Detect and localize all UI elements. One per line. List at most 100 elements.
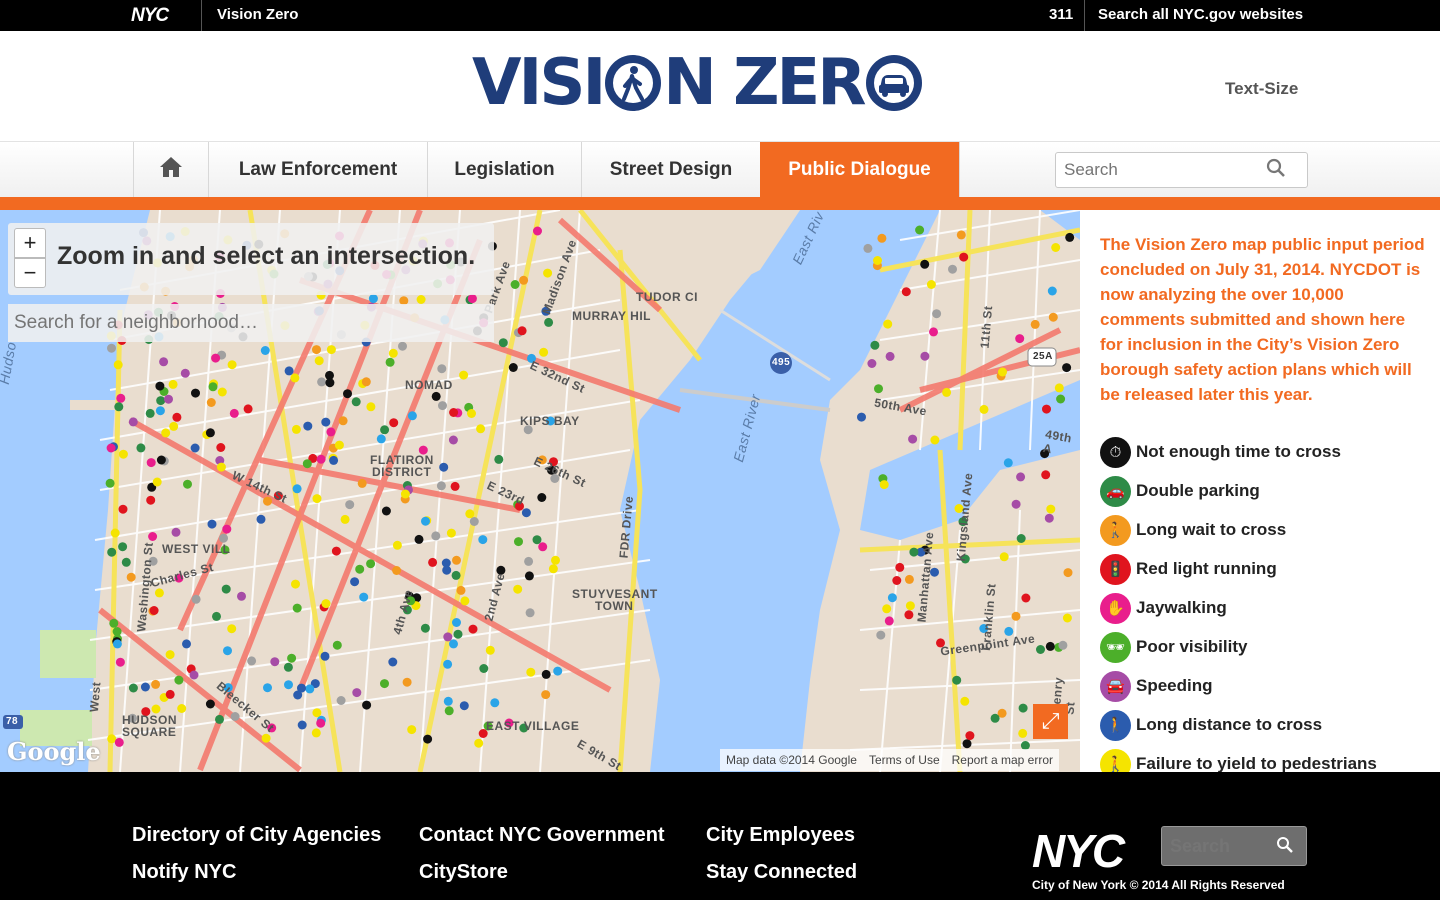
comment-marker[interactable] [316, 454, 326, 464]
vision-zero-logo[interactable]: VISI N ZER [472, 51, 924, 115]
comment-marker[interactable] [546, 416, 555, 426]
comment-marker[interactable] [1062, 363, 1072, 373]
comment-marker[interactable] [177, 704, 187, 713]
comment-marker[interactable] [222, 524, 232, 534]
comment-marker[interactable] [550, 474, 560, 483]
comment-marker[interactable] [525, 608, 535, 618]
comment-marker[interactable] [476, 424, 486, 434]
comment-marker[interactable] [392, 566, 402, 575]
comment-marker[interactable] [437, 364, 447, 374]
report-map-error-link[interactable]: Report a map error [946, 753, 1059, 767]
comment-marker[interactable] [420, 623, 430, 633]
footer-link-contact[interactable]: Contact NYC Government [419, 824, 665, 847]
comment-marker[interactable] [867, 359, 877, 368]
comment-marker[interactable] [551, 555, 560, 565]
comment-marker[interactable] [216, 443, 226, 452]
comment-marker[interactable] [1036, 645, 1045, 654]
comment-marker[interactable] [366, 559, 376, 569]
footer-nyc-logo[interactable]: NYC [1032, 824, 1125, 878]
comment-marker[interactable] [227, 624, 237, 634]
comment-marker[interactable] [380, 425, 390, 435]
comment-marker[interactable] [148, 556, 158, 566]
comment-marker[interactable] [469, 517, 479, 526]
comment-marker[interactable] [414, 534, 424, 544]
comment-marker[interactable] [189, 670, 199, 680]
comment-marker[interactable] [857, 412, 866, 422]
comment-map[interactable]: Madison Ave Park Ave TUDOR CI MURRAY HIL… [0, 210, 1080, 772]
comment-marker[interactable] [958, 517, 968, 527]
comment-marker[interactable] [311, 728, 321, 738]
comment-marker[interactable] [1045, 641, 1055, 651]
comment-marker[interactable] [263, 496, 272, 506]
comment-marker[interactable] [407, 725, 417, 735]
comment-marker[interactable] [904, 610, 914, 620]
footer-link-citystore[interactable]: CityStore [419, 861, 508, 884]
comment-marker[interactable] [206, 398, 216, 407]
comment-marker[interactable] [165, 689, 175, 699]
comment-marker[interactable] [113, 360, 123, 370]
comment-marker[interactable] [553, 666, 563, 676]
comment-marker[interactable] [357, 478, 367, 488]
nyc-logo[interactable]: NYC [131, 5, 169, 27]
comment-marker[interactable] [874, 384, 883, 394]
comment-marker[interactable] [343, 389, 352, 399]
comment-marker[interactable] [468, 624, 478, 634]
comment-marker[interactable] [290, 373, 300, 383]
comment-marker[interactable] [517, 326, 527, 336]
comment-marker[interactable] [494, 454, 504, 464]
comment-marker[interactable] [465, 509, 475, 519]
comment-marker[interactable] [148, 532, 158, 541]
comment-marker[interactable] [478, 729, 488, 738]
comment-marker[interactable] [229, 408, 239, 418]
comment-marker[interactable] [965, 731, 975, 741]
comment-marker[interactable] [164, 394, 173, 404]
comment-marker[interactable] [883, 319, 893, 329]
comment-marker[interactable] [292, 484, 302, 494]
comment-marker[interactable] [126, 572, 136, 582]
comment-marker[interactable] [115, 657, 125, 667]
comment-marker[interactable] [438, 401, 447, 411]
comment-marker[interactable] [478, 535, 488, 545]
comment-marker[interactable] [128, 713, 137, 723]
comment-marker[interactable] [291, 579, 300, 589]
comment-marker[interactable] [110, 528, 120, 538]
comment-marker[interactable] [541, 306, 551, 316]
comment-marker[interactable] [998, 367, 1007, 377]
comment-marker[interactable] [345, 500, 355, 510]
comment-marker[interactable] [1018, 703, 1028, 713]
comment-marker[interactable] [140, 682, 150, 692]
comment-marker[interactable] [171, 527, 181, 537]
comment-marker[interactable] [317, 377, 327, 387]
comment-marker[interactable] [1011, 499, 1021, 509]
comment-marker[interactable] [267, 723, 277, 733]
comment-marker[interactable] [392, 540, 402, 550]
comment-marker[interactable] [456, 585, 466, 595]
comment-marker[interactable] [446, 528, 456, 538]
comment-marker[interactable] [543, 268, 553, 278]
comment-marker[interactable] [416, 295, 426, 304]
comment-marker[interactable] [230, 712, 240, 721]
comment-marker[interactable] [954, 504, 964, 513]
comment-marker[interactable] [215, 714, 224, 724]
comment-marker[interactable] [314, 356, 324, 366]
comment-marker[interactable] [388, 657, 398, 667]
comment-marker[interactable] [1051, 243, 1061, 252]
comment-marker[interactable] [312, 494, 322, 504]
comment-marker[interactable] [336, 696, 346, 705]
comment-marker[interactable] [172, 412, 182, 422]
comment-marker[interactable] [452, 555, 461, 565]
nav-home[interactable] [133, 142, 208, 198]
comment-marker[interactable] [270, 657, 280, 667]
comment-marker[interactable] [141, 707, 151, 717]
comment-marker[interactable] [544, 317, 554, 327]
comment-marker[interactable] [452, 618, 461, 627]
comment-marker[interactable] [368, 294, 378, 304]
comment-marker[interactable] [321, 599, 331, 609]
comment-marker[interactable] [1054, 383, 1064, 393]
comment-marker[interactable] [320, 651, 330, 661]
comment-marker[interactable] [361, 377, 371, 387]
comment-marker[interactable] [538, 542, 548, 552]
comment-marker[interactable] [483, 721, 493, 731]
comment-marker[interactable] [870, 340, 880, 350]
comment-marker[interactable] [221, 584, 231, 594]
